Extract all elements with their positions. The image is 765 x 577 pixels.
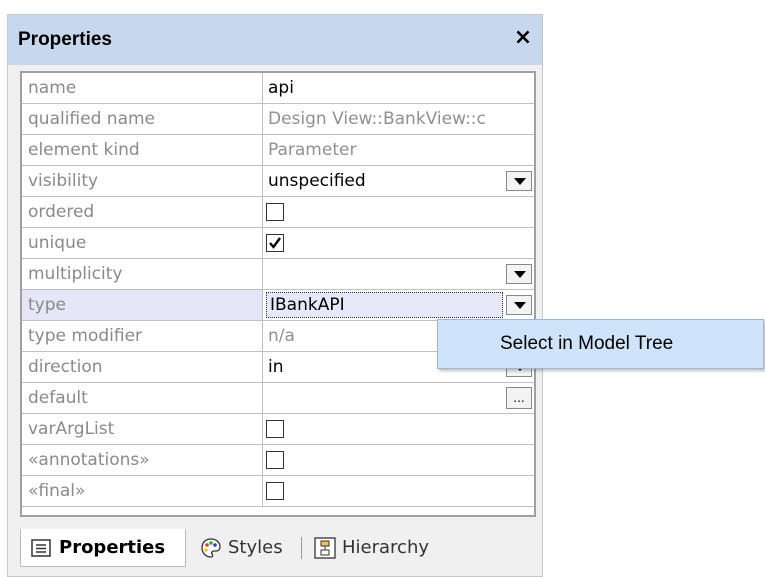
row-varArgList[interactable]: varArgList	[22, 414, 534, 445]
row-label: type	[22, 290, 263, 320]
row-multiplicity[interactable]: multiplicity	[22, 259, 534, 290]
final-checkbox[interactable]	[266, 482, 284, 500]
qualified-name-value: Design View::BankView::c	[268, 109, 486, 129]
hierarchy-icon	[314, 537, 336, 559]
row-final[interactable]: «final»	[22, 476, 534, 507]
row-label: visibility	[22, 166, 263, 196]
row-element-kind[interactable]: element kind Parameter	[22, 135, 534, 166]
ellipsis-button[interactable]: ...	[506, 387, 532, 409]
tab-hierarchy[interactable]: Hierarchy	[312, 529, 452, 567]
row-default[interactable]: default ...	[22, 383, 534, 414]
tab-label: Hierarchy	[342, 537, 430, 558]
row-label: unique	[22, 228, 263, 258]
row-label: default	[22, 383, 263, 413]
context-menu: Select in Model Tree	[437, 319, 764, 369]
properties-list-icon	[31, 539, 51, 557]
panel-titlebar: Properties ×	[8, 15, 542, 65]
row-label: ordered	[22, 197, 263, 227]
row-label: qualified name	[22, 104, 263, 134]
varArgList-checkbox[interactable]	[266, 420, 284, 438]
row-unique[interactable]: unique	[22, 228, 534, 259]
default-value[interactable]	[263, 383, 534, 413]
row-label: «annotations»	[22, 445, 263, 475]
row-label: multiplicity	[22, 259, 263, 289]
tab-styles[interactable]: Styles	[196, 529, 296, 567]
element-kind-value: Parameter	[268, 140, 357, 160]
row-label: element kind	[22, 135, 263, 165]
row-ordered[interactable]: ordered	[22, 197, 534, 228]
checkmark-icon	[269, 237, 281, 249]
visibility-select[interactable]: unspecified	[263, 166, 534, 196]
row-qualified-name[interactable]: qualified name Design View::BankView::c	[22, 104, 534, 135]
properties-panel: Properties × name api qualified name Des…	[7, 14, 543, 577]
row-label: direction	[22, 352, 263, 382]
palette-icon	[201, 538, 221, 558]
ordered-checkbox[interactable]	[266, 203, 284, 221]
row-type[interactable]: type IBankAPI	[22, 290, 534, 321]
type-select[interactable]: IBankAPI	[266, 292, 503, 318]
select-in-model-tree-item[interactable]: Select in Model Tree	[500, 333, 673, 355]
row-label: «final»	[22, 476, 263, 506]
chevron-down-icon[interactable]	[506, 264, 532, 284]
chevron-down-icon[interactable]	[506, 171, 532, 191]
row-visibility[interactable]: visibility unspecified	[22, 166, 534, 197]
chevron-down-icon[interactable]	[506, 295, 532, 315]
row-label: name	[22, 73, 263, 103]
name-value[interactable]: api	[263, 73, 534, 103]
panel-title: Properties	[18, 29, 112, 50]
panel-tabs: Properties Styles Hierarchy	[20, 529, 540, 569]
row-label: varArgList	[22, 414, 263, 444]
tab-label: Styles	[228, 537, 283, 558]
tab-divider	[301, 537, 302, 559]
row-label: type modifier	[22, 321, 263, 351]
annotations-checkbox[interactable]	[266, 451, 284, 469]
tab-properties[interactable]: Properties	[20, 529, 186, 567]
unique-checkbox[interactable]	[266, 234, 284, 252]
tab-label: Properties	[59, 537, 166, 558]
property-grid: name api qualified name Design View::Ban…	[20, 71, 536, 517]
row-annotations[interactable]: «annotations»	[22, 445, 534, 476]
row-name[interactable]: name api	[22, 73, 534, 104]
multiplicity-select[interactable]	[263, 259, 534, 289]
close-icon[interactable]: ×	[512, 24, 534, 52]
